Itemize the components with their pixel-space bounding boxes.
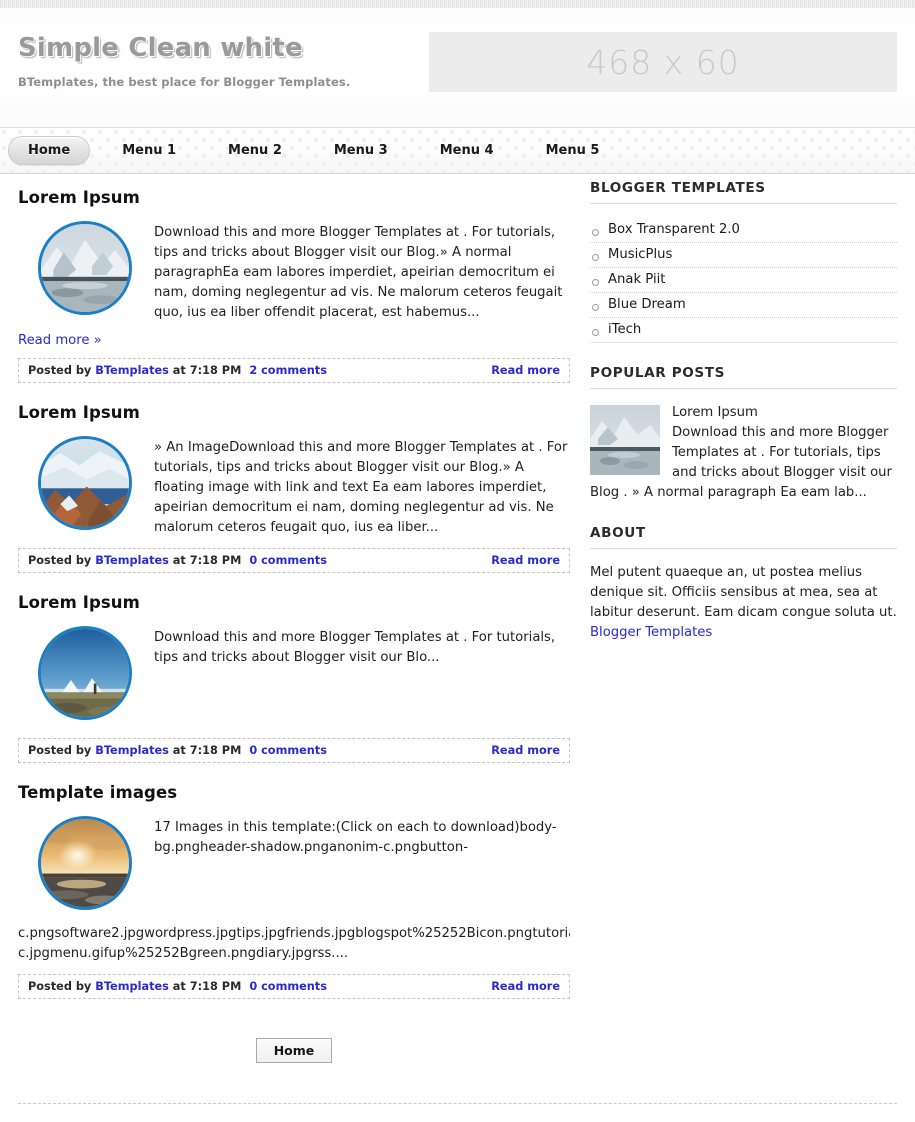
post-body: Download this and more Blogger Templates…	[18, 221, 570, 323]
post-body: » An ImageDownload this and more Blogger…	[18, 436, 570, 538]
post-meta-bar: Posted by BTemplates at 7:18 PM 0 comment…	[18, 548, 570, 573]
ad-banner-label: 468 x 60	[586, 42, 740, 82]
post-title[interactable]: Lorem Ipsum	[18, 188, 570, 207]
post-author-link[interactable]: BTemplates	[95, 364, 169, 377]
widget-title-about: ABOUT	[590, 525, 897, 549]
post-time: at 7:18 PM	[172, 980, 242, 993]
post-time: at 7:18 PM	[172, 554, 242, 567]
footer-divider	[18, 1103, 897, 1104]
post-thumbnail[interactable]	[38, 436, 132, 530]
sunset-beach-photo-icon	[41, 819, 129, 907]
post-thumbnail[interactable]	[38, 626, 132, 720]
posted-by-label: Posted by	[28, 554, 92, 567]
nav-item-home[interactable]: Home	[8, 136, 91, 165]
site-branding: Simple Clean white BTemplates, the best …	[18, 9, 350, 89]
post-meta-bar: Posted by BTemplates at 7:18 PM 0 comment…	[18, 738, 570, 763]
post-excerpt: Download this and more Blogger Templates…	[154, 630, 556, 665]
nav-item-menu-4[interactable]: Menu 4	[420, 136, 514, 165]
post-meta-left: Posted by BTemplates at 7:18 PM 2 comment…	[28, 364, 327, 377]
main-content: Lorem Ipsum Download this and more Blogg…	[18, 174, 570, 1063]
read-more-inline-link[interactable]: Read more »	[18, 333, 102, 348]
post-thumbnail[interactable]	[38, 816, 132, 910]
post-meta-bar: Posted by BTemplates at 7:18 PM 0 comment…	[18, 974, 570, 999]
page-root: Simple Clean white BTemplates, the best …	[0, 0, 915, 1122]
posted-by-label: Posted by	[28, 744, 92, 757]
post-author-link[interactable]: BTemplates	[95, 744, 169, 757]
post-title[interactable]: Lorem Ipsum	[18, 593, 570, 612]
blog-post: Lorem Ipsum Download this and more Blogg…	[18, 593, 570, 763]
body-layout: Lorem Ipsum Download this and more Blogg…	[0, 174, 915, 1063]
site-description: BTemplates, the best place for Blogger T…	[18, 74, 351, 89]
post-title[interactable]: Lorem Ipsum	[18, 403, 570, 422]
page-title: Simple Clean white	[18, 33, 303, 63]
widget-popular-posts: POPULAR POSTS Lorem Ipsum Download this …	[590, 365, 897, 503]
posted-by-label: Posted by	[28, 980, 92, 993]
post-author-link[interactable]: BTemplates	[95, 980, 169, 993]
sidebar-template-link[interactable]: Blue Dream	[590, 293, 897, 318]
post-meta-left: Posted by BTemplates at 7:18 PM 0 comment…	[28, 554, 327, 567]
post-comments-link[interactable]: 0 comments	[249, 744, 327, 757]
post-excerpt-overflow: c.pngsoftware2.jpgwordpress.jpgtips.jpgf…	[18, 926, 570, 961]
post-comments-link[interactable]: 0 comments	[249, 554, 327, 567]
blue-sky-plain-photo-icon	[41, 629, 129, 717]
widget-title-popular-posts: POPULAR POSTS	[590, 365, 897, 389]
post-read-more-link[interactable]: Read more	[491, 980, 560, 993]
post-meta-left: Posted by BTemplates at 7:18 PM 0 comment…	[28, 744, 327, 757]
post-read-more-link[interactable]: Read more	[491, 744, 560, 757]
main-navigation: Home Menu 1 Menu 2 Menu 3 Menu 4 Menu 5	[0, 127, 915, 174]
widget-title-blogger-templates: BLOGGER TEMPLATES	[590, 180, 897, 204]
nav-item-menu-5[interactable]: Menu 5	[526, 136, 620, 165]
nav-item-menu-1[interactable]: Menu 1	[102, 136, 196, 165]
aerial-glacier-photo-icon	[41, 439, 129, 527]
posted-by-label: Posted by	[28, 364, 92, 377]
site-header: Simple Clean white BTemplates, the best …	[0, 9, 915, 127]
nav-item-menu-3[interactable]: Menu 3	[314, 136, 408, 165]
widget-blogger-templates: BLOGGER TEMPLATES Box Transparent 2.0 Mus…	[590, 180, 897, 343]
blog-post: Template images 17 Images in this templa…	[18, 783, 570, 999]
footer-navigation: Home	[18, 1004, 570, 1063]
sidebar-template-link[interactable]: MusicPlus	[590, 243, 897, 268]
about-body: Mel putent quaeque an, ut postea melius …	[590, 563, 897, 643]
post-excerpt: Download this and more Blogger Templates…	[154, 225, 563, 320]
home-button[interactable]: Home	[255, 1038, 333, 1063]
post-title[interactable]: Template images	[18, 783, 570, 802]
column-gap	[570, 174, 590, 1063]
sidebar: BLOGGER TEMPLATES Box Transparent 2.0 Mus…	[590, 174, 897, 1063]
mountain-lake-thumbnail-icon	[590, 405, 660, 475]
nav-item-menu-2[interactable]: Menu 2	[208, 136, 302, 165]
post-comments-link[interactable]: 2 comments	[249, 364, 327, 377]
about-text: Mel putent quaeque an, ut postea melius …	[590, 565, 897, 620]
blog-post: Lorem Ipsum Download this and more Blogg…	[18, 188, 570, 383]
post-meta-bar: Posted by BTemplates at 7:18 PM 2 comment…	[18, 358, 570, 383]
sidebar-template-link[interactable]: iTech	[590, 318, 897, 343]
popular-post-item[interactable]: Lorem Ipsum Download this and more Blogg…	[590, 403, 897, 503]
post-time: at 7:18 PM	[172, 364, 242, 377]
sidebar-template-link[interactable]: Anak Piit	[590, 268, 897, 293]
post-body: 17 Images in this template:(Click on eac…	[18, 816, 570, 918]
widget-about: ABOUT Mel putent quaeque an, ut postea m…	[590, 525, 897, 643]
post-author-link[interactable]: BTemplates	[95, 554, 169, 567]
post-thumbnail[interactable]	[38, 221, 132, 315]
post-comments-link[interactable]: 0 comments	[249, 980, 327, 993]
post-excerpt: 17 Images in this template:(Click on eac…	[154, 820, 557, 855]
post-time: at 7:18 PM	[172, 744, 242, 757]
popular-post-thumbnail[interactable]	[590, 405, 660, 475]
post-read-more-link[interactable]: Read more	[491, 554, 560, 567]
top-texture-strip	[0, 0, 915, 8]
post-body: Download this and more Blogger Templates…	[18, 626, 570, 728]
mountain-lake-photo-icon	[41, 224, 129, 312]
post-meta-left: Posted by BTemplates at 7:18 PM 0 comment…	[28, 980, 327, 993]
post-read-more-link[interactable]: Read more	[491, 364, 560, 377]
blog-post: Lorem Ipsum » An ImageDownload this and …	[18, 403, 570, 573]
sidebar-template-link[interactable]: Box Transparent 2.0	[590, 218, 897, 243]
about-link[interactable]: Blogger Templates	[590, 625, 712, 640]
blogger-templates-list: Box Transparent 2.0 MusicPlus Anak Piit Blu…	[590, 218, 897, 343]
post-excerpt: » An ImageDownload this and more Blogger…	[154, 440, 568, 535]
ad-banner-placeholder[interactable]: 468 x 60	[429, 32, 897, 92]
